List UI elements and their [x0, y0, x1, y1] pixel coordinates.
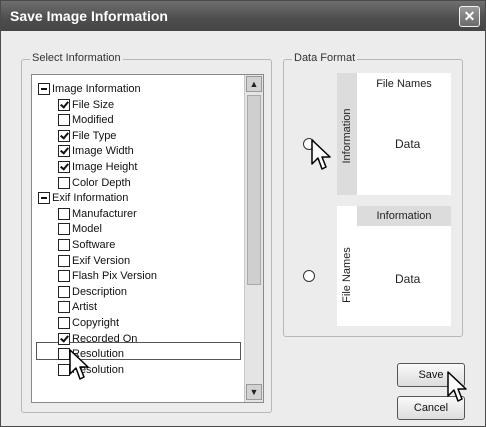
option-1-header-cell: File Names — [357, 73, 451, 95]
list-item-label: Description — [72, 285, 128, 298]
format-option-1-diagram[interactable]: File Names Information Data — [337, 73, 451, 195]
checkbox[interactable] — [58, 176, 70, 189]
checkbox[interactable] — [58, 145, 70, 158]
checkbox[interactable] — [58, 207, 70, 220]
checkbox[interactable] — [58, 270, 70, 283]
collapse-toggle-icon[interactable] — [38, 192, 50, 205]
list-item-label: Copyright — [72, 317, 120, 329]
list-scrollbar[interactable]: ▲ ▼ — [244, 75, 263, 402]
collapse-toggle-icon[interactable] — [38, 83, 50, 95]
chevron-down-icon: ▼ — [249, 387, 259, 397]
option-1-side-label: Information — [341, 108, 353, 164]
close-icon: ✕ — [463, 8, 476, 24]
save-button-label: Save — [418, 369, 444, 381]
arrow-cursor-icon — [69, 349, 89, 380]
arrow-cursor-icon — [447, 371, 467, 402]
list-item-label: Software — [72, 239, 116, 251]
close-button[interactable]: ✕ — [459, 6, 480, 27]
select-information-label: Select Information — [30, 52, 123, 64]
list-item-label: Exif Information — [52, 192, 129, 205]
save-image-information-dialog: Save Image Information ✕ Select Informat… — [0, 0, 486, 427]
checkbox[interactable] — [58, 161, 70, 173]
list-item-label: File Type — [72, 129, 117, 142]
list-item-label: Artist — [72, 301, 98, 314]
format-option-2-diagram[interactable]: Information File Names Data — [337, 206, 451, 326]
list-item-label: Model — [72, 223, 102, 236]
list-item-label: Recorded On — [72, 332, 138, 345]
scroll-thumb[interactable] — [247, 95, 261, 285]
checkbox[interactable] — [58, 254, 70, 267]
data-format-label: Data Format — [292, 52, 358, 64]
format-option-2-radio[interactable] — [303, 270, 315, 282]
checkbox[interactable] — [58, 223, 70, 236]
arrow-cursor-icon — [311, 139, 331, 170]
option-1-data-label: Data — [395, 137, 421, 151]
checkbox[interactable] — [58, 114, 70, 127]
scroll-down-button[interactable]: ▼ — [246, 384, 262, 400]
checkbox[interactable] — [58, 98, 70, 111]
option-2-header-label: Information — [376, 210, 432, 222]
list-item-label: Modified — [72, 114, 114, 127]
cancel-button-label: Cancel — [413, 402, 449, 414]
list-item-label: File Size — [72, 98, 115, 111]
list-item-label: Manufacturer — [72, 207, 137, 220]
chevron-up-icon: ▲ — [249, 79, 259, 89]
list-item-label: Image Information — [52, 83, 141, 95]
list-item-label: Exif Version — [72, 254, 131, 267]
dialog-title: Save Image Information — [10, 8, 168, 24]
information-tree-list[interactable]: Image Information File Size Modified File T… — [31, 74, 264, 403]
option-2-header-cell: Information — [357, 206, 451, 226]
checkbox[interactable] — [58, 317, 70, 329]
option-1-header-label: File Names — [376, 78, 432, 90]
checkbox[interactable] — [58, 129, 70, 142]
option-2-side-label: File Names — [341, 247, 353, 303]
checkbox[interactable] — [58, 285, 70, 298]
scroll-up-button[interactable]: ▲ — [246, 76, 262, 92]
option-2-data-label: Data — [395, 272, 421, 286]
checkbox[interactable] — [58, 239, 70, 251]
title-bar: Save Image Information ✕ — [1, 1, 485, 31]
list-item-label: Image Width — [72, 145, 134, 158]
list-item-label: Flash Pix Version — [72, 270, 157, 283]
checkbox[interactable] — [58, 301, 70, 314]
list-item-label: Color Depth — [72, 176, 131, 189]
list-item-label: Image Height — [72, 161, 138, 173]
checkbox[interactable] — [58, 332, 70, 345]
